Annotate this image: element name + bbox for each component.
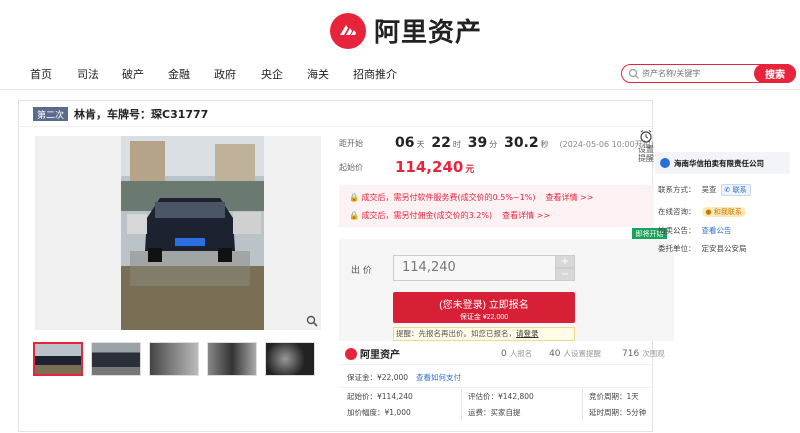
start-price-unit: 元	[465, 165, 475, 175]
round-badge: 第二次	[33, 107, 68, 121]
lock-icon: 🔒	[349, 211, 359, 220]
site-logo[interactable]: 阿里资产	[330, 12, 482, 49]
search-input[interactable]	[628, 66, 738, 81]
logo-mark-icon	[330, 12, 366, 49]
contact-button[interactable]: ✆ 联系	[720, 184, 751, 196]
thumbnail-4[interactable]	[207, 342, 257, 376]
nav-item-bankruptcy[interactable]: 破产	[122, 66, 144, 82]
seller-sidebar: 海南华信拍卖有限责任公司 联系方式： 吴查 ✆ 联系 在线咨询： ● 和我联系 拍卖公…	[655, 100, 800, 432]
countdown-label: 距开始	[339, 139, 363, 148]
decrement-button[interactable]: −	[555, 268, 575, 281]
nav-item-judicial[interactable]: 司法	[77, 66, 99, 82]
seller-notice: 拍卖公告： 查看公告	[658, 226, 732, 235]
nav-item-home[interactable]: 首页	[30, 66, 52, 82]
fee-line-service: 🔒 成交后，需另付软件服务费(成交价的0.5%~1%) 查看详情 >>	[349, 193, 594, 202]
nav-item-customs[interactable]: 海关	[307, 66, 329, 82]
countdown-minutes: 39	[467, 135, 488, 151]
seller-icon	[660, 158, 670, 168]
seller-entrust: 委托单位： 定安县公安局	[658, 244, 747, 253]
lot-title: 林肯，车牌号：琛C31777	[74, 108, 209, 121]
zoom-icon[interactable]	[306, 315, 318, 327]
seller-header[interactable]: 海南华信拍卖有限责任公司	[655, 152, 790, 174]
mini-logo: 阿里资产	[345, 346, 400, 361]
lot-titlebar: 第二次 林肯，车牌号：琛C31777	[19, 101, 654, 127]
main-photo[interactable]	[35, 136, 321, 330]
register-deposit-label: 保证金 ¥22,000	[459, 314, 509, 321]
bid-stepper: + −	[555, 255, 575, 281]
login-tip: 提醒：先报名再出价。如您已报名，请登录	[393, 327, 575, 341]
site-header: 阿里资产	[0, 0, 800, 62]
nav-item-soe[interactable]: 央企	[261, 66, 283, 82]
detail-delay: 延时周期：5分钟	[589, 408, 647, 417]
detail-increment: 加价幅度：¥1,000	[347, 408, 411, 417]
header-divider	[0, 89, 800, 90]
seller-contact: 联系方式： 吴查 ✆ 联系	[658, 184, 751, 196]
register-button[interactable]: (您未登录) 立即报名 保证金 ¥22,000	[393, 292, 575, 323]
bid-label: 出 价	[351, 266, 372, 276]
alarm-clock-icon	[640, 130, 652, 143]
nav-item-finance[interactable]: 金融	[168, 66, 190, 82]
detail-start-price: 起始价：¥114,240	[347, 392, 413, 401]
detail-cycle: 竞价周期：1天	[589, 392, 639, 401]
logo-text: 阿里资产	[374, 18, 483, 48]
lock-icon: 🔒	[349, 193, 359, 202]
bid-area: 出 价 114,240 + − (您未登录) 立即报名 保证金 ¥22,000 …	[339, 239, 674, 341]
detail-fee-note: 运费：买家自提	[468, 408, 521, 417]
lot-panel: 第二次 林肯，车牌号：琛C31777 距开始 06 天 22 时 39 分 30…	[18, 100, 674, 433]
details-divider	[339, 387, 654, 388]
countdown-days: 06	[395, 135, 415, 151]
chat-button[interactable]: ● 和我联系	[701, 207, 746, 217]
mini-logo-icon	[345, 347, 357, 360]
countdown-seconds: 30.2	[504, 135, 539, 151]
how-to-pay-link[interactable]: 查看如何支付	[416, 373, 461, 382]
deposit-info: 保证金：¥22,000 查看如何支付	[347, 373, 462, 382]
fee-notice: 🔒 成交后，需另付软件服务费(成交价的0.5%~1%) 查看详情 >> 🔒 成交后…	[339, 185, 654, 227]
start-price-value: 114,240	[395, 158, 464, 176]
phone-icon: ✆	[724, 186, 731, 194]
thumbnail-1[interactable]	[33, 342, 83, 376]
countdown-hours: 22	[431, 135, 451, 151]
stats-bar: 阿里资产 0 人报名 40 人设置提醒 716 次围观	[339, 341, 674, 365]
register-button-label: (您未登录) 立即报名	[439, 300, 529, 311]
auction-details: 保证金：¥22,000 查看如何支付 起始价：¥114,240 评估价：¥142,…	[339, 364, 654, 433]
nav-item-investment[interactable]: 招商推介	[353, 66, 397, 82]
start-price: 114,240 元	[395, 158, 474, 176]
signup-count: 0 人报名	[501, 349, 533, 359]
login-link[interactable]: 请登录	[516, 329, 539, 338]
increment-button[interactable]: +	[555, 255, 575, 268]
thumbnail-2[interactable]	[91, 342, 141, 376]
thumbnail-strip	[33, 342, 315, 376]
details-col-divider	[582, 389, 583, 421]
nav-item-government[interactable]: 政府	[214, 66, 236, 82]
start-price-label: 起始价	[339, 163, 363, 172]
search-box: 搜索	[621, 63, 796, 83]
thumbnail-5[interactable]	[265, 342, 315, 376]
search-button[interactable]: 搜索	[754, 63, 796, 83]
countdown-timer: 06 天 22 时 39 分 30.2 秒 (2024-05-06 10:00开拍)	[395, 135, 654, 151]
reminder-count: 40 人设置提醒	[549, 349, 601, 359]
view-notice-link[interactable]: 查看公告	[702, 226, 732, 235]
fee-commission-details-link[interactable]: 查看详情 >>	[502, 211, 550, 220]
set-reminder-label: 设置提醒	[638, 145, 654, 163]
detail-eval-price: 评估价：¥142,800	[468, 392, 534, 401]
bid-input[interactable]: 114,240	[393, 255, 556, 281]
thumbnail-3[interactable]	[149, 342, 199, 376]
fee-service-details-link[interactable]: 查看详情 >>	[545, 193, 593, 202]
chat-icon: ●	[705, 208, 712, 216]
seller-name: 海南华信拍卖有限责任公司	[674, 158, 764, 168]
fee-line-commission: 🔒 成交后，需另付佣金(成交价的3.2%) 查看详情 >>	[349, 211, 551, 220]
seller-consult: 在线咨询： ● 和我联系	[658, 206, 746, 217]
details-col-divider	[461, 389, 462, 421]
